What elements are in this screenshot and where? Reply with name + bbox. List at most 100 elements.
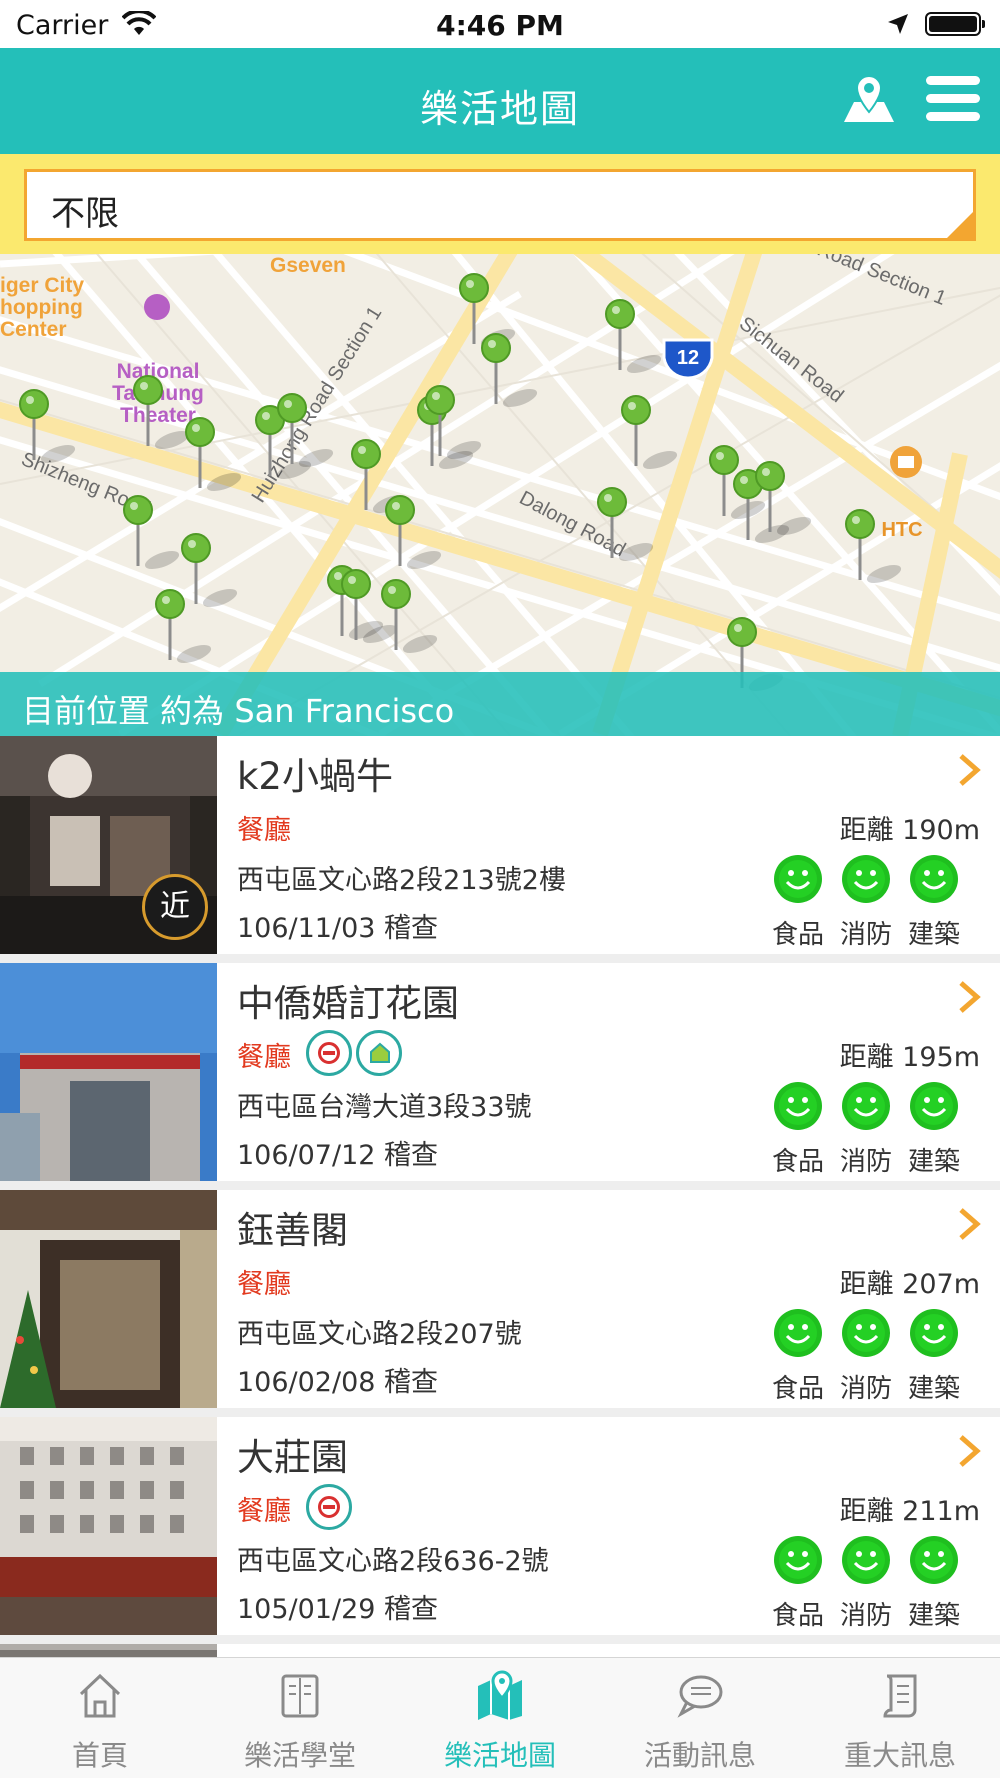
- rating-food: 食品: [760, 1535, 836, 1632]
- list-item[interactable]: 大莊園 餐廳 距離 211m 西屯區文心路2段636-2號 105/01/29 …: [0, 1417, 1000, 1635]
- rating-building: 建築: [896, 1308, 972, 1405]
- nav-header: 樂活地圖: [0, 48, 1000, 154]
- venue-category: 餐廳: [237, 1496, 291, 1527]
- rating-food: 食品: [760, 1308, 836, 1405]
- chevron-right-icon[interactable]: [955, 1431, 985, 1471]
- map-pin-icon: [351, 439, 381, 469]
- hamburger-menu-icon[interactable]: [926, 76, 980, 126]
- list-item[interactable]: 鈺善閣 餐廳 距離 207m 西屯區文心路2段207號 106/02/08 稽查…: [0, 1190, 1000, 1408]
- chevron-right-icon[interactable]: [955, 977, 985, 1017]
- svg-text:HTC: HTC: [881, 519, 922, 541]
- venue-category: 餐廳: [237, 815, 291, 846]
- map-pin-highlight: [162, 596, 170, 604]
- map-pin-highlight: [192, 424, 200, 432]
- map-pin-highlight: [140, 382, 148, 390]
- smiley-icon: [842, 1082, 890, 1130]
- tab-news[interactable]: 重大訊息: [800, 1658, 1000, 1778]
- tab-events[interactable]: 活動訊息: [600, 1658, 800, 1778]
- map-pin-icon: [155, 589, 185, 619]
- battery-icon: [925, 12, 985, 36]
- map-pin-highlight: [762, 468, 770, 476]
- venue-address: 西屯區文心路2段213號2樓: [237, 865, 566, 896]
- venue-category: 餐廳: [237, 1269, 291, 1300]
- tab-classroom[interactable]: 樂活學堂: [200, 1658, 400, 1778]
- smiley-icon: [842, 1309, 890, 1357]
- map-pin-highlight: [392, 502, 400, 510]
- list-item[interactable]: 中僑婚訂花園 餐廳 距離 195m 西屯區台灣大道3段33號 106/07/12…: [0, 963, 1000, 1181]
- smiley-icon: [910, 1536, 958, 1584]
- map-pin-icon: [277, 393, 307, 423]
- map-pin-highlight: [734, 624, 742, 632]
- svg-text:12: 12: [677, 347, 699, 369]
- rating-fire: 消防: [828, 1308, 904, 1405]
- chevron-right-icon[interactable]: [955, 1204, 985, 1244]
- svg-text:Gseven: Gseven: [270, 254, 346, 277]
- theater-icon: [144, 294, 170, 320]
- venue-distance: 距離 195m: [839, 1042, 980, 1073]
- smiley-icon: [910, 855, 958, 903]
- map-pin-highlight: [488, 340, 496, 348]
- smiley-icon: [774, 1309, 822, 1357]
- current-location-bar: 目前位置 約為 San Francisco: [0, 672, 1000, 736]
- map-pin-icon[interactable]: [840, 72, 898, 130]
- map-pin-highlight: [348, 576, 356, 584]
- safety-cert-icon: [306, 1484, 352, 1530]
- map-pin-highlight: [26, 396, 34, 404]
- rating-building: 建築: [896, 1081, 972, 1178]
- venue-photo: [0, 1190, 217, 1408]
- category-filter-select[interactable]: 不限: [24, 169, 976, 241]
- smiley-icon: [910, 1309, 958, 1357]
- map-pin-icon: [181, 533, 211, 563]
- map-pin-highlight: [130, 502, 138, 510]
- map-pin-highlight: [604, 494, 612, 502]
- venue-name: 中僑婚訂花園: [237, 982, 459, 1025]
- svg-text:Theater: Theater: [120, 404, 196, 427]
- map-view[interactable]: 12 iger City hopping Center Gseven Natio…: [0, 254, 1000, 736]
- tab-map[interactable]: 樂活地圖: [400, 1658, 600, 1778]
- inspection-date: 106/02/08 稽查: [237, 1367, 439, 1398]
- smiley-icon: [774, 1082, 822, 1130]
- map-pin-icon: [755, 461, 785, 491]
- near-badge: 近: [142, 874, 208, 940]
- map-pin-highlight: [466, 280, 474, 288]
- venue-photo: [0, 1644, 217, 1657]
- venue-distance: 距離 211m: [839, 1496, 980, 1527]
- smiley-icon: [910, 1082, 958, 1130]
- house-cert-icon: [356, 1030, 402, 1076]
- tab-home[interactable]: 首頁: [0, 1658, 200, 1778]
- inspection-date: 105/01/29 稽查: [237, 1594, 439, 1625]
- map-pin-icon: [727, 617, 757, 647]
- tab-label: 重大訊息: [843, 1739, 956, 1772]
- list-item[interactable]: 近 k2小蝸牛 餐廳 距離 190m 西屯區文心路2段213號2樓 106/11…: [0, 736, 1000, 954]
- map-pin-icon: [621, 395, 651, 425]
- venue-list[interactable]: 近 k2小蝸牛 餐廳 距離 190m 西屯區文心路2段213號2樓 106/11…: [0, 736, 1000, 1657]
- map-pin-icon: [381, 579, 411, 609]
- map-pin-highlight: [188, 540, 196, 548]
- venue-distance: 距離 207m: [839, 1269, 980, 1300]
- inspection-date: 106/07/12 稽查: [237, 1140, 439, 1171]
- venue-name: 鈺善閣: [237, 1209, 348, 1252]
- venue-photo: [0, 963, 217, 1181]
- dropdown-corner-icon: [947, 212, 973, 238]
- map-pin-icon: [845, 509, 875, 539]
- inspection-ratings: 食品 消防 建築: [760, 1081, 992, 1177]
- clock: 4:46 PM: [436, 9, 564, 42]
- tab-bar: 首頁 樂活學堂 樂活地圖 活動訊息 重大訊息: [0, 1657, 1000, 1778]
- smiley-icon: [774, 1536, 822, 1584]
- rating-food: 食品: [760, 854, 836, 951]
- home-icon: [79, 1673, 121, 1718]
- chevron-right-icon[interactable]: [955, 750, 985, 790]
- map-pin-highlight: [612, 306, 620, 314]
- map-pin-highlight: [388, 586, 396, 594]
- rating-building: 建築: [896, 1535, 972, 1632]
- map-pin-highlight: [852, 516, 860, 524]
- rating-fire: 消防: [828, 854, 904, 951]
- status-bar: Carrier 4:46 PM: [0, 0, 1000, 48]
- route-12-shield-icon: 12: [662, 338, 714, 380]
- map-pin-icon: [185, 417, 215, 447]
- rating-fire: 消防: [828, 1535, 904, 1632]
- tab-label: 樂活地圖: [443, 1739, 556, 1772]
- smiley-icon: [842, 1536, 890, 1584]
- list-item[interactable]: [0, 1644, 1000, 1657]
- rating-food: 食品: [760, 1081, 836, 1178]
